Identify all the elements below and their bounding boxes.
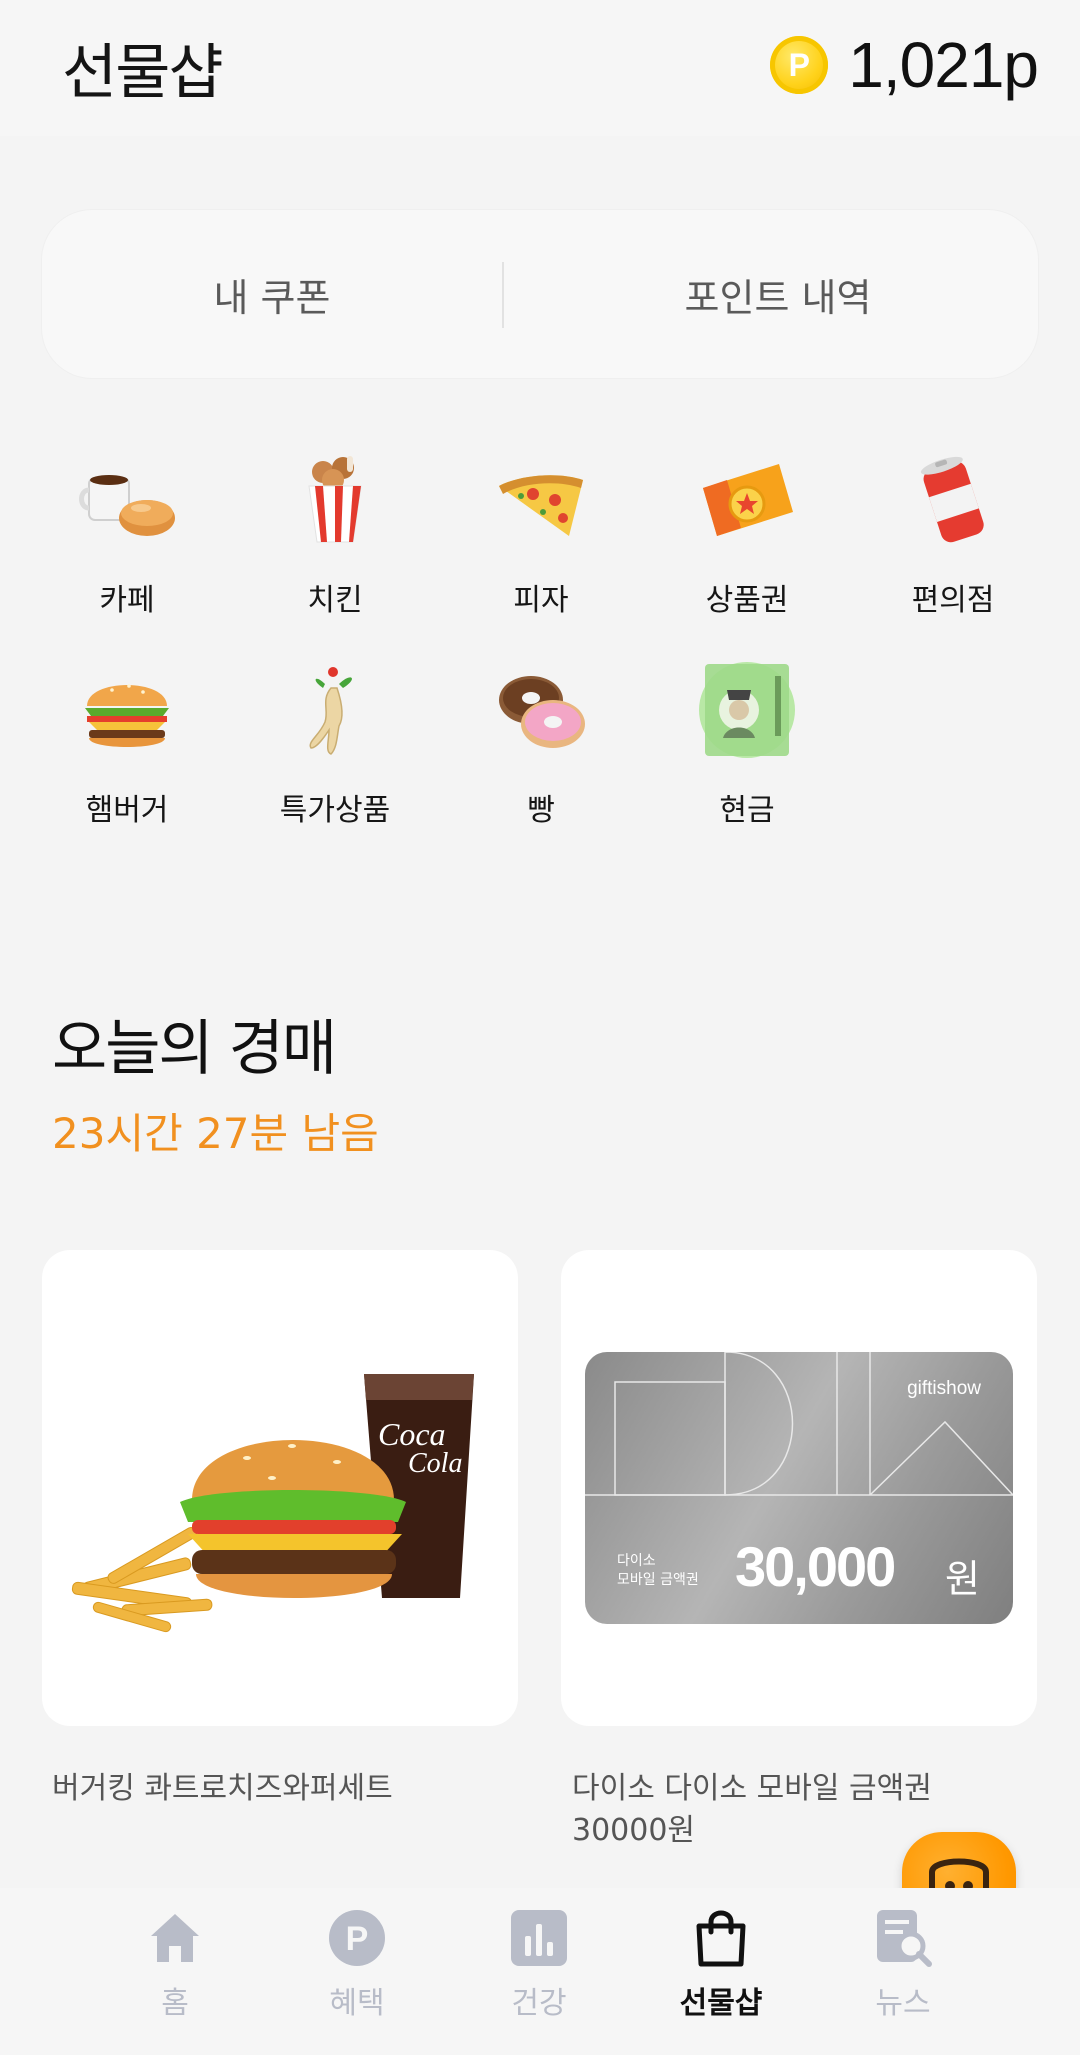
chart-icon — [511, 1910, 567, 1966]
nav-label: 선물샵 — [679, 1986, 763, 2021]
svg-text:Coca: Coca — [378, 1416, 446, 1452]
gift-card-unit: 원 — [945, 1557, 980, 1601]
category-gift-voucher[interactable]: 상품권 — [652, 450, 842, 640]
nav-item-gift-shop[interactable]: 선물샵 — [646, 1908, 796, 2038]
news-search-icon — [877, 1910, 932, 1967]
category-special-deals[interactable]: 특가상품 — [240, 660, 430, 850]
donut-icon — [499, 676, 585, 748]
tab-divider — [502, 262, 504, 328]
product-name-line1: 다이소 다이소 모바일 금액권 — [572, 1771, 932, 1806]
shopping-bag-icon — [696, 1910, 746, 1967]
category-label: 카페 — [99, 583, 155, 618]
category-label: 치킨 — [307, 583, 363, 618]
nav-item-health[interactable]: 건강 — [464, 1908, 614, 2038]
point-history-button[interactable]: 포인트 내역 — [548, 210, 1008, 378]
gift-card-label-line2: 모바일 금액권 — [617, 1572, 699, 1588]
category-bread[interactable]: 빵 — [446, 660, 636, 850]
product-name-line2: 30000원 — [572, 1813, 696, 1848]
category-convenience-store[interactable]: 편의점 — [858, 450, 1048, 640]
gift-card-brand: giftishow — [907, 1378, 981, 1399]
nav-item-home[interactable]: 홈 — [100, 1908, 250, 2038]
category-label: 상품권 — [705, 583, 789, 618]
points-balance[interactable]: P 1,021p — [770, 28, 1039, 102]
gift-card-label-line1: 다이소 — [617, 1553, 656, 1569]
category-label: 현금 — [719, 793, 775, 828]
category-pizza[interactable]: 피자 — [446, 450, 636, 640]
category-label: 햄버거 — [85, 793, 169, 828]
category-label: 편의점 — [911, 583, 995, 618]
category-hamburger[interactable]: 햄버거 — [32, 660, 222, 850]
coffee-bread-icon — [79, 475, 175, 536]
svg-text:Cola: Cola — [408, 1448, 462, 1479]
bottom-navigation: 홈 P 혜택 건강 선물샵 뉴스 — [0, 1888, 1080, 2055]
point-coin-icon: P — [770, 36, 829, 94]
pizza-slice-icon — [499, 475, 583, 536]
chicken-bucket-icon — [308, 456, 362, 543]
category-cafe[interactable]: 카페 — [32, 450, 222, 640]
nav-label: 뉴스 — [875, 1986, 931, 2021]
soda-can-icon — [920, 456, 984, 543]
my-coupons-button[interactable]: 내 쿠폰 — [42, 210, 502, 378]
category-cash[interactable]: 현금 — [652, 660, 842, 850]
nav-item-benefits[interactable]: P 혜택 — [282, 1908, 432, 2038]
gift-card-amount: 30,000 — [735, 1535, 896, 1598]
product-card-burger[interactable]: Coca Cola — [42, 1250, 518, 1726]
category-label: 빵 — [527, 793, 555, 828]
gift-ticket-icon — [703, 464, 793, 536]
hamburger-icon — [85, 684, 169, 747]
page-title: 선물샵 — [62, 38, 224, 108]
product-card-daiso[interactable]: giftishow 다이소 모바일 금액권 30,000 원 — [561, 1250, 1037, 1726]
nav-label: 홈 — [161, 1986, 189, 2021]
nav-item-news[interactable]: 뉴스 — [828, 1908, 978, 2038]
coupon-point-card: 내 쿠폰 포인트 내역 — [42, 210, 1038, 378]
svg-text:P: P — [346, 1920, 369, 1958]
gift-card-image: giftishow 다이소 모바일 금액권 30,000 원 — [585, 1352, 1013, 1624]
auction-timer: 23시간 27분 남음 — [52, 1109, 379, 1158]
product-name-burger[interactable]: 버거킹 콰트로치즈와퍼세트 — [52, 1768, 393, 1810]
ginseng-icon — [309, 667, 352, 755]
category-label: 특가상품 — [279, 793, 391, 828]
points-value: 1,021p — [848, 29, 1039, 101]
category-chicken[interactable]: 치킨 — [240, 450, 430, 640]
product-name-daiso[interactable]: 다이소 다이소 모바일 금액권 30000원 — [572, 1768, 932, 1852]
category-label: 피자 — [513, 583, 569, 618]
banknote-icon — [699, 662, 795, 758]
nav-label: 건강 — [511, 1986, 567, 2021]
home-icon — [151, 1914, 199, 1962]
top-header: 선물샵 P 1,021p — [0, 0, 1080, 136]
points-icon: P — [329, 1910, 385, 1966]
nav-label: 혜택 — [329, 1986, 385, 2021]
auction-section-title: 오늘의 경매 — [52, 1014, 337, 1084]
gift-card-label: 다이소 모바일 금액권 — [617, 1552, 699, 1590]
burger-set-image: Coca Cola — [71, 1374, 474, 1633]
